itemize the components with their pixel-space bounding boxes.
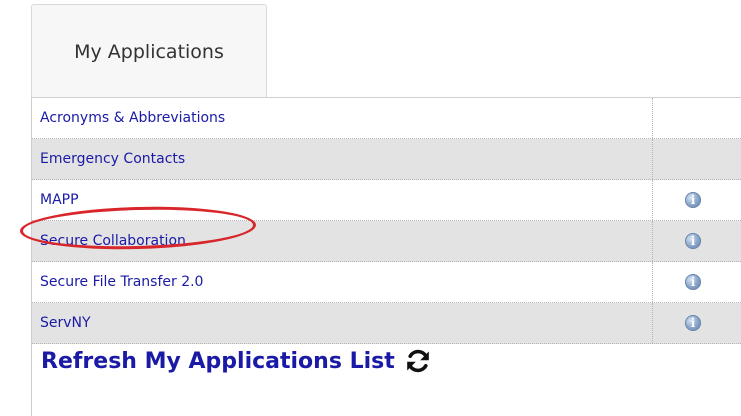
list-item: Secure File Transfer 2.0 i xyxy=(32,262,741,303)
refresh-area: Refresh My Applications List xyxy=(41,348,431,374)
my-applications-widget: My Applications Acronyms & Abbreviations… xyxy=(0,0,741,416)
app-link-acronyms-abbreviations[interactable]: Acronyms & Abbreviations xyxy=(40,110,225,126)
refresh-icon[interactable] xyxy=(405,348,431,374)
app-name-cell: Secure File Transfer 2.0 xyxy=(32,262,653,302)
list-item: Secure Collaboration i xyxy=(32,221,741,262)
app-link-servny[interactable]: ServNY xyxy=(40,315,91,331)
applications-panel: Acronyms & Abbreviations Emergency Conta… xyxy=(31,97,741,416)
app-link-secure-collaboration[interactable]: Secure Collaboration xyxy=(40,233,186,249)
tab-my-applications[interactable]: My Applications xyxy=(31,4,267,98)
info-icon[interactable]: i xyxy=(685,233,701,249)
list-item: Emergency Contacts xyxy=(32,139,741,180)
info-icon[interactable]: i xyxy=(685,315,701,331)
app-info-cell xyxy=(653,139,741,179)
app-info-cell: i xyxy=(653,303,741,343)
applications-list: Acronyms & Abbreviations Emergency Conta… xyxy=(32,98,741,344)
app-link-emergency-contacts[interactable]: Emergency Contacts xyxy=(40,151,185,167)
list-item: ServNY i xyxy=(32,303,741,344)
app-link-secure-file-transfer[interactable]: Secure File Transfer 2.0 xyxy=(40,274,203,290)
app-name-cell: ServNY xyxy=(32,303,653,343)
info-icon[interactable]: i xyxy=(685,274,701,290)
app-name-cell: Secure Collaboration xyxy=(32,221,653,261)
refresh-applications-link[interactable]: Refresh My Applications List xyxy=(41,349,395,374)
app-info-cell: i xyxy=(653,221,741,261)
app-info-cell: i xyxy=(653,262,741,302)
app-name-cell: Acronyms & Abbreviations xyxy=(32,98,653,138)
app-name-cell: Emergency Contacts xyxy=(32,139,653,179)
info-icon[interactable]: i xyxy=(685,192,701,208)
app-link-mapp[interactable]: MAPP xyxy=(40,192,79,208)
app-name-cell: MAPP xyxy=(32,180,653,220)
app-info-cell: i xyxy=(653,180,741,220)
app-info-cell xyxy=(653,98,741,138)
list-item: MAPP i xyxy=(32,180,741,221)
list-item: Acronyms & Abbreviations xyxy=(32,98,741,139)
tab-label: My Applications xyxy=(74,40,224,63)
